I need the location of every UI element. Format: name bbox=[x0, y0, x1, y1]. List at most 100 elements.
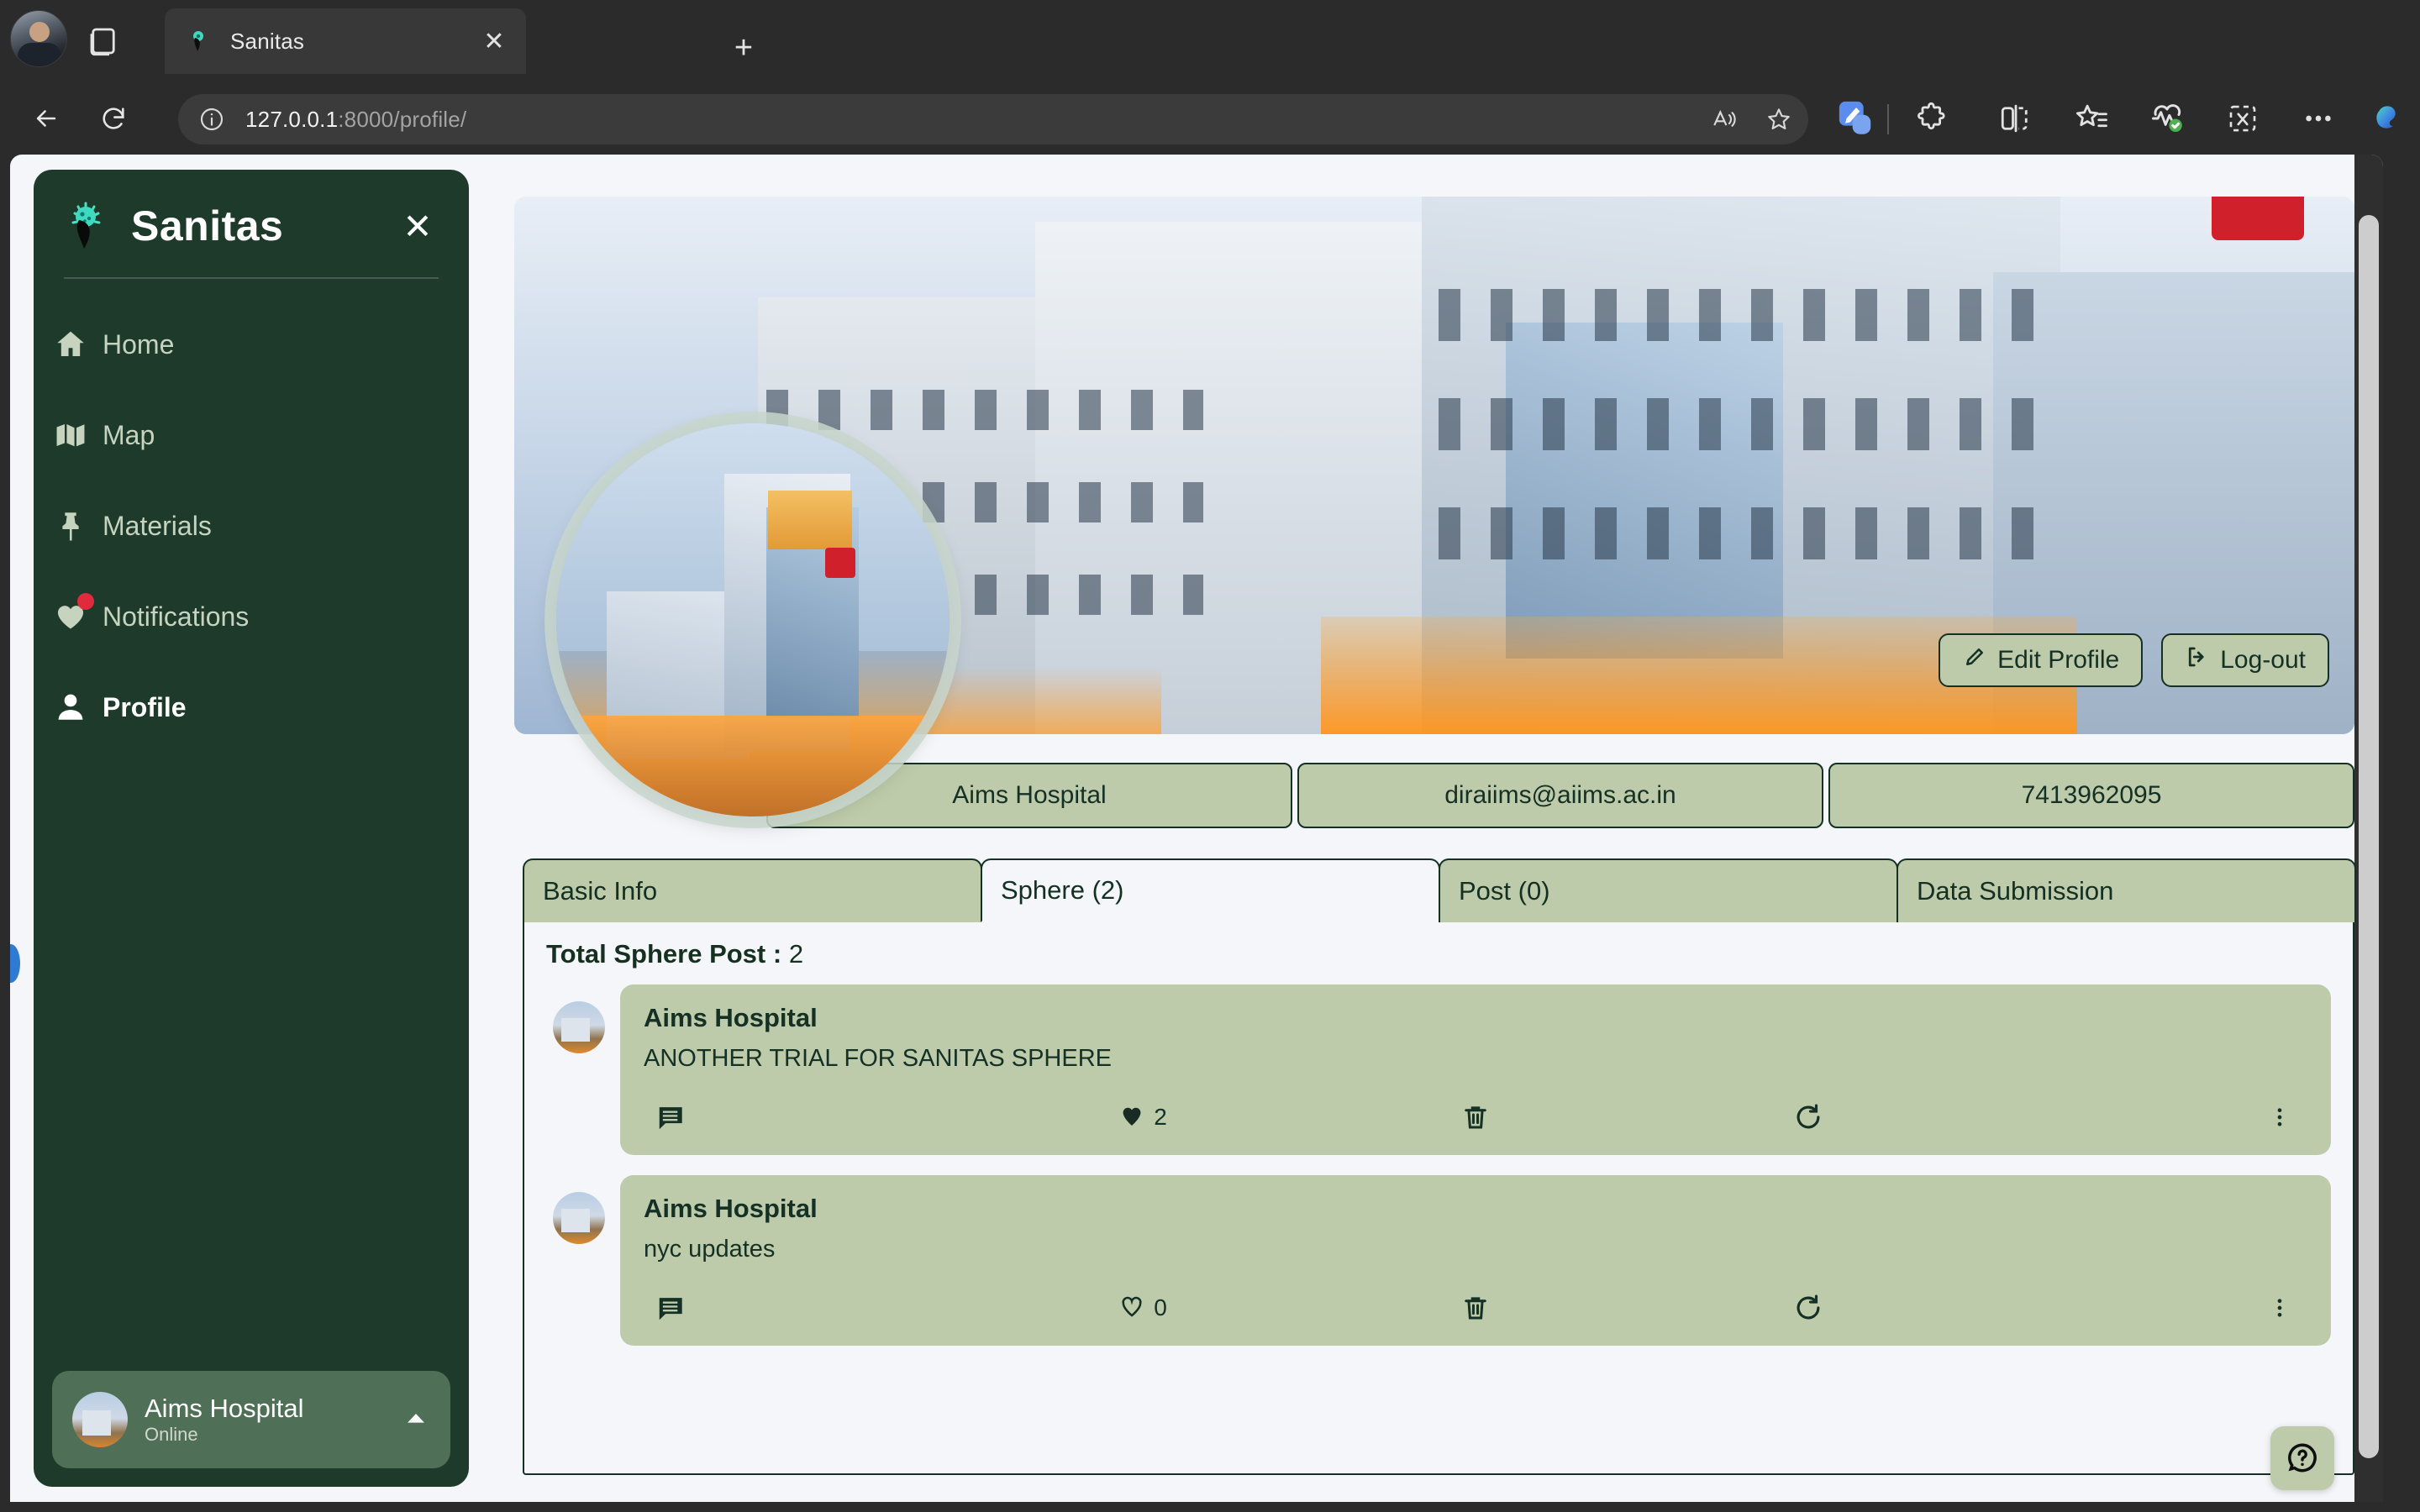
logout-icon bbox=[2185, 644, 2210, 676]
workspaces-icon[interactable] bbox=[84, 24, 123, 59]
cover-glass-facade bbox=[1506, 323, 1783, 659]
app-sidebar: Sanitas ✕ Home Map Materials Notificatio… bbox=[34, 170, 469, 1487]
copilot-icon[interactable] bbox=[2366, 94, 2415, 143]
sidebar-item-label: Profile bbox=[103, 691, 187, 722]
sidebar-divider bbox=[64, 277, 439, 279]
post-author-avatar[interactable] bbox=[553, 1192, 605, 1244]
url-text[interactable]: 127.0.0.1:8000/profile/ bbox=[245, 107, 1701, 133]
sidebar-item-label: Notifications bbox=[103, 601, 250, 632]
cover-hospital-sign bbox=[2212, 197, 2304, 240]
comment-icon[interactable] bbox=[644, 1292, 976, 1324]
browser-tab-sanitas[interactable]: Sanitas ✕ bbox=[165, 8, 526, 74]
post-body-text: ANOTHER TRIAL FOR SANITAS SPHERE bbox=[644, 1045, 1113, 1072]
like-count: 0 bbox=[1154, 1294, 1167, 1320]
browser-window: Sanitas ✕ + 127.0.0.1:8000/profile/ Sani… bbox=[0, 0, 2420, 1512]
sidebar-brand: Sanitas ✕ bbox=[34, 170, 469, 252]
refresh-icon[interactable] bbox=[1642, 1101, 1975, 1133]
page-viewport: Sanitas ✕ Home Map Materials Notificatio… bbox=[10, 155, 2383, 1502]
read-aloud-icon[interactable] bbox=[1701, 95, 1749, 144]
like-count: 2 bbox=[1154, 1104, 1167, 1130]
browser-essentials-icon[interactable] bbox=[2143, 94, 2191, 143]
total-sphere-post-value: 2 bbox=[788, 939, 804, 969]
avatar-amber-windows bbox=[768, 491, 852, 549]
scrollbar-thumb[interactable] bbox=[2359, 215, 2379, 1458]
tab-basic-info[interactable]: Basic Info bbox=[523, 858, 982, 922]
url-host: 127.0.0.1 bbox=[245, 106, 339, 132]
person-icon bbox=[52, 689, 89, 726]
home-icon bbox=[52, 326, 89, 363]
profile-email: diraiims@aiims.ac.in bbox=[1297, 763, 1823, 828]
sidebar-item-materials[interactable]: Materials bbox=[34, 480, 469, 571]
comment-icon[interactable] bbox=[644, 1101, 976, 1133]
logout-label: Log-out bbox=[2220, 646, 2306, 674]
post-author-avatar[interactable] bbox=[553, 1001, 605, 1053]
post-actions: 2 bbox=[644, 1101, 2307, 1133]
avatar-hospital-sign bbox=[825, 548, 855, 578]
pin-icon bbox=[52, 507, 89, 544]
profile-tablist: Basic Info Sphere (2) Post (0) Data Subm… bbox=[523, 858, 2356, 922]
tab-data-submission[interactable]: Data Submission bbox=[1897, 858, 2356, 922]
tab-post[interactable]: Post (0) bbox=[1439, 858, 1898, 922]
settings-more-icon[interactable] bbox=[2294, 94, 2343, 143]
browser-navbar: 127.0.0.1:8000/profile/ bbox=[0, 82, 2420, 155]
sidebar-close-icon[interactable]: ✕ bbox=[395, 203, 440, 249]
cover-windows bbox=[1439, 398, 2044, 450]
avatar-building bbox=[561, 1018, 590, 1042]
profile-cover-actions: Edit Profile Log-out bbox=[1939, 633, 2329, 687]
heart-outline-icon bbox=[1118, 1293, 1145, 1324]
more-vertical-icon[interactable] bbox=[1975, 1103, 2307, 1131]
address-bar[interactable]: 127.0.0.1:8000/profile/ bbox=[178, 94, 1808, 144]
page-scrollbar[interactable] bbox=[2354, 155, 2383, 1502]
post-card: Aims Hospital nyc updates 0 bbox=[620, 1175, 2331, 1346]
browser-profile-avatar[interactable] bbox=[10, 10, 67, 67]
avatar-building bbox=[82, 1410, 111, 1436]
more-vertical-icon[interactable] bbox=[1975, 1294, 2307, 1322]
close-icon[interactable]: ✕ bbox=[474, 21, 514, 61]
favorite-star-icon[interactable] bbox=[1754, 95, 1803, 144]
sidebar-item-map[interactable]: Map bbox=[34, 390, 469, 480]
post-author-name: Aims Hospital bbox=[644, 1194, 818, 1223]
like-button[interactable]: 2 bbox=[976, 1102, 1309, 1133]
notification-badge bbox=[77, 593, 94, 610]
edge-sidebar-handle[interactable] bbox=[10, 944, 20, 983]
profile-avatar[interactable] bbox=[556, 423, 950, 816]
favorites-star-list-icon[interactable] bbox=[2067, 94, 2116, 143]
chevron-up-icon[interactable] bbox=[402, 1404, 430, 1436]
reload-icon[interactable] bbox=[89, 94, 138, 143]
trash-icon[interactable] bbox=[1309, 1293, 1642, 1323]
logout-button[interactable]: Log-out bbox=[2161, 633, 2329, 687]
cover-windows bbox=[1439, 507, 2044, 559]
sidebar-item-profile[interactable]: Profile bbox=[34, 662, 469, 753]
sidebar-nav: Home Map Materials Notifications Profile bbox=[34, 299, 469, 753]
new-tab-button[interactable]: + bbox=[719, 24, 768, 72]
post-body-text: nyc updates bbox=[644, 1236, 776, 1263]
avatar-building bbox=[561, 1209, 590, 1232]
collections-pen-icon[interactable] bbox=[1832, 94, 1881, 143]
profile-tabs-section: Basic Info Sphere (2) Post (0) Data Subm… bbox=[523, 858, 2356, 1480]
refresh-icon[interactable] bbox=[1642, 1292, 1975, 1324]
back-icon[interactable] bbox=[22, 94, 71, 143]
sidebar-item-label: Home bbox=[103, 328, 175, 360]
sidebar-item-notifications[interactable]: Notifications bbox=[34, 571, 469, 662]
noop2 bbox=[1912, 94, 1961, 143]
sidebar-brand-name: Sanitas bbox=[131, 202, 284, 249]
like-button[interactable]: 0 bbox=[976, 1293, 1309, 1324]
help-question-icon[interactable] bbox=[2270, 1426, 2334, 1490]
total-sphere-post-label: Total Sphere Post : bbox=[546, 939, 782, 969]
sidebar-item-home[interactable]: Home bbox=[34, 299, 469, 390]
pencil-icon bbox=[1962, 644, 1987, 676]
split-screen-icon[interactable] bbox=[1991, 94, 2040, 143]
cover-windows bbox=[1439, 289, 2044, 341]
profile-phone: 7413962095 bbox=[1828, 763, 2354, 828]
trash-icon[interactable] bbox=[1309, 1102, 1642, 1132]
tab-sphere[interactable]: Sphere (2) bbox=[981, 858, 1440, 922]
heart-filled-icon bbox=[1118, 1102, 1145, 1133]
list-item: Aims Hospital ANOTHER TRIAL FOR SANITAS … bbox=[546, 984, 2331, 1155]
site-info-icon[interactable] bbox=[197, 104, 227, 134]
post-author-name: Aims Hospital bbox=[644, 1003, 818, 1032]
sidebar-user-card[interactable]: Aims Hospital Online bbox=[52, 1371, 450, 1468]
post-card: Aims Hospital ANOTHER TRIAL FOR SANITAS … bbox=[620, 984, 2331, 1155]
sidebar-item-label: Materials bbox=[103, 510, 212, 541]
edit-profile-button[interactable]: Edit Profile bbox=[1939, 633, 2144, 687]
screenshot-capture-icon[interactable] bbox=[2218, 94, 2267, 143]
